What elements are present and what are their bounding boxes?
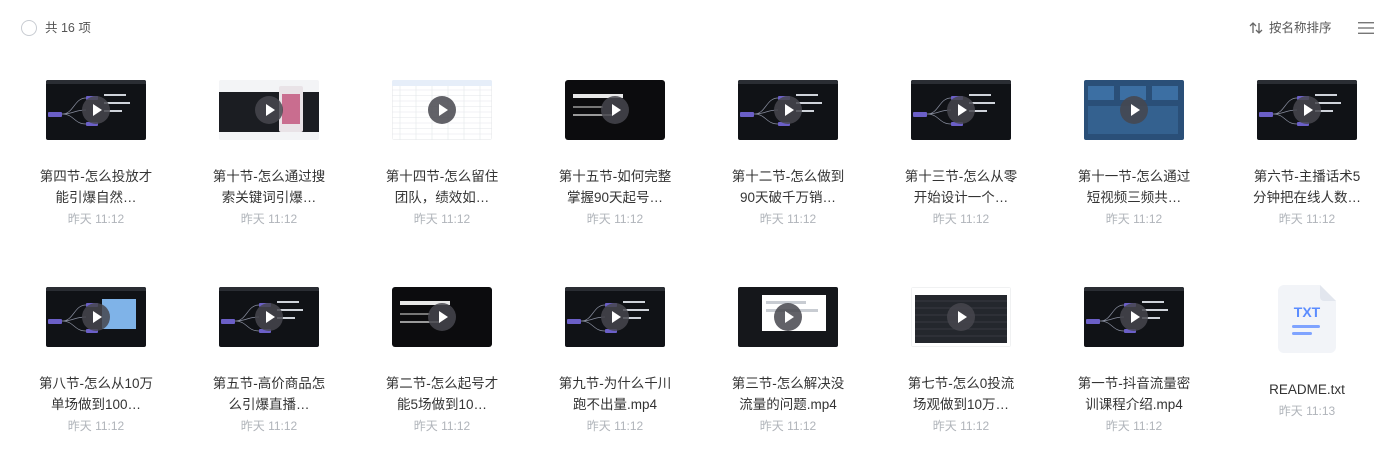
txt-file-tile[interactable]: TXT README.txt 昨天 11:13	[1239, 285, 1375, 455]
file-name: 第七节-怎么0投流场观做到10万…	[907, 376, 1015, 412]
txt-file-icon: TXT	[1278, 285, 1336, 353]
file-name: 第十一节-怎么通过短视频三频共…	[1077, 169, 1191, 205]
file-date: 昨天 11:12	[413, 419, 471, 433]
file-name: 第十三节-怎么从零开始设计一个…	[904, 169, 1018, 205]
toolbar: 共 16 项 按名称排序	[0, 0, 1378, 56]
file-date: 昨天 11:12	[759, 212, 817, 226]
hamburger-menu-icon[interactable]	[1358, 21, 1374, 35]
file-date: 昨天 11:12	[1278, 212, 1336, 226]
file-name: 第十节-怎么通过搜索关键词引爆…	[212, 169, 326, 205]
sort-label: 按名称排序	[1269, 21, 1332, 35]
video-file-tile[interactable]: 第九节-为什么千川跑不出量.mp4 昨天 11:12	[547, 285, 683, 455]
play-icon	[947, 96, 975, 124]
play-icon	[428, 96, 456, 124]
file-date: 昨天 11:12	[759, 419, 817, 433]
video-file-tile[interactable]: 第八节-怎么从10万单场做到100… 昨天 11:12	[28, 285, 164, 455]
video-thumbnail	[565, 287, 665, 347]
video-file-tile[interactable]: 第十节-怎么通过搜索关键词引爆… 昨天 11:12	[201, 78, 337, 248]
video-file-tile[interactable]: 第十二节-怎么做到90天破千万销… 昨天 11:12	[720, 78, 856, 248]
file-date: 昨天 11:12	[586, 212, 644, 226]
file-name: 第十五节-如何完整掌握90天起号…	[558, 169, 672, 205]
file-date: 昨天 11:12	[240, 212, 298, 226]
file-name: 第十二节-怎么做到90天破千万销…	[731, 169, 845, 205]
play-icon	[82, 96, 110, 124]
play-icon	[774, 303, 802, 331]
video-thumbnail	[392, 287, 492, 347]
file-name: 第二节-怎么起号才能5场做到10…	[385, 376, 499, 412]
video-thumbnail	[1084, 287, 1184, 347]
video-thumbnail	[219, 287, 319, 347]
file-name: 第三节-怎么解决没流量的问题.mp4	[731, 376, 845, 412]
item-count: 共 16 项	[45, 21, 91, 35]
file-date: 昨天 11:12	[932, 419, 990, 433]
file-name: 第九节-为什么千川跑不出量.mp4	[558, 376, 672, 412]
file-name: README.txt	[1269, 382, 1345, 397]
play-icon	[947, 303, 975, 331]
video-file-tile[interactable]: 第三节-怎么解决没流量的问题.mp4 昨天 11:12	[720, 285, 856, 455]
file-date: 昨天 11:13	[1278, 404, 1336, 418]
file-name: 第八节-怎么从10万单场做到100…	[38, 376, 153, 412]
play-icon	[1120, 96, 1148, 124]
svg-text:TXT: TXT	[1294, 304, 1321, 320]
video-thumbnail	[46, 287, 146, 347]
play-icon	[255, 303, 283, 331]
file-date: 昨天 11:12	[413, 212, 471, 226]
video-thumbnail	[738, 80, 838, 140]
video-thumbnail	[911, 80, 1011, 140]
file-date: 昨天 11:12	[240, 419, 298, 433]
video-thumbnail	[392, 80, 492, 140]
file-date: 昨天 11:12	[1105, 212, 1163, 226]
video-file-tile[interactable]: 第十三节-怎么从零开始设计一个… 昨天 11:12	[893, 78, 1029, 248]
video-file-tile[interactable]: 第四节-怎么投放才能引爆自然… 昨天 11:12	[28, 78, 164, 248]
video-file-tile[interactable]: 第五节-高价商品怎么引爆直播… 昨天 11:12	[201, 285, 337, 455]
file-date: 昨天 11:12	[67, 419, 125, 433]
file-date: 昨天 11:12	[67, 212, 125, 226]
file-date: 昨天 11:12	[932, 212, 990, 226]
play-icon	[774, 96, 802, 124]
play-icon	[601, 96, 629, 124]
file-name: 第六节-主播话术5分钟把在线人数…	[1253, 169, 1361, 205]
video-thumbnail	[1084, 80, 1184, 140]
play-icon	[601, 303, 629, 331]
play-icon	[428, 303, 456, 331]
play-icon	[255, 96, 283, 124]
file-date: 昨天 11:12	[1105, 419, 1163, 433]
file-date: 昨天 11:12	[586, 419, 644, 433]
file-name: 第一节-抖音流量密训课程介绍.mp4	[1077, 376, 1191, 412]
video-file-tile[interactable]: 第七节-怎么0投流场观做到10万… 昨天 11:12	[893, 285, 1029, 455]
video-thumbnail	[219, 80, 319, 140]
play-icon	[1120, 303, 1148, 331]
video-file-tile[interactable]: 第二节-怎么起号才能5场做到10… 昨天 11:12	[374, 285, 510, 455]
video-thumbnail	[911, 287, 1011, 347]
sort-arrows-icon	[1249, 22, 1263, 34]
play-icon	[82, 303, 110, 331]
video-file-tile[interactable]: 第十五节-如何完整掌握90天起号… 昨天 11:12	[547, 78, 683, 248]
select-all-checkbox[interactable]	[21, 20, 37, 36]
video-file-tile[interactable]: 第十一节-怎么通过短视频三频共… 昨天 11:12	[1066, 78, 1202, 248]
sort-button[interactable]: 按名称排序	[1248, 20, 1332, 36]
video-thumbnail	[565, 80, 665, 140]
video-file-tile[interactable]: 第一节-抖音流量密训课程介绍.mp4 昨天 11:12	[1066, 285, 1202, 455]
file-name: 第五节-高价商品怎么引爆直播…	[212, 376, 326, 412]
file-name: 第十四节-怎么留住团队，绩效如…	[385, 169, 499, 205]
video-thumbnail	[1257, 80, 1357, 140]
video-thumbnail	[46, 80, 146, 140]
file-name: 第四节-怎么投放才能引爆自然…	[39, 169, 153, 205]
play-icon	[1293, 96, 1321, 124]
video-thumbnail	[738, 287, 838, 347]
video-file-tile[interactable]: 第十四节-怎么留住团队，绩效如… 昨天 11:12	[374, 78, 510, 248]
video-file-tile[interactable]: 第六节-主播话术5分钟把在线人数… 昨天 11:12	[1239, 78, 1375, 248]
